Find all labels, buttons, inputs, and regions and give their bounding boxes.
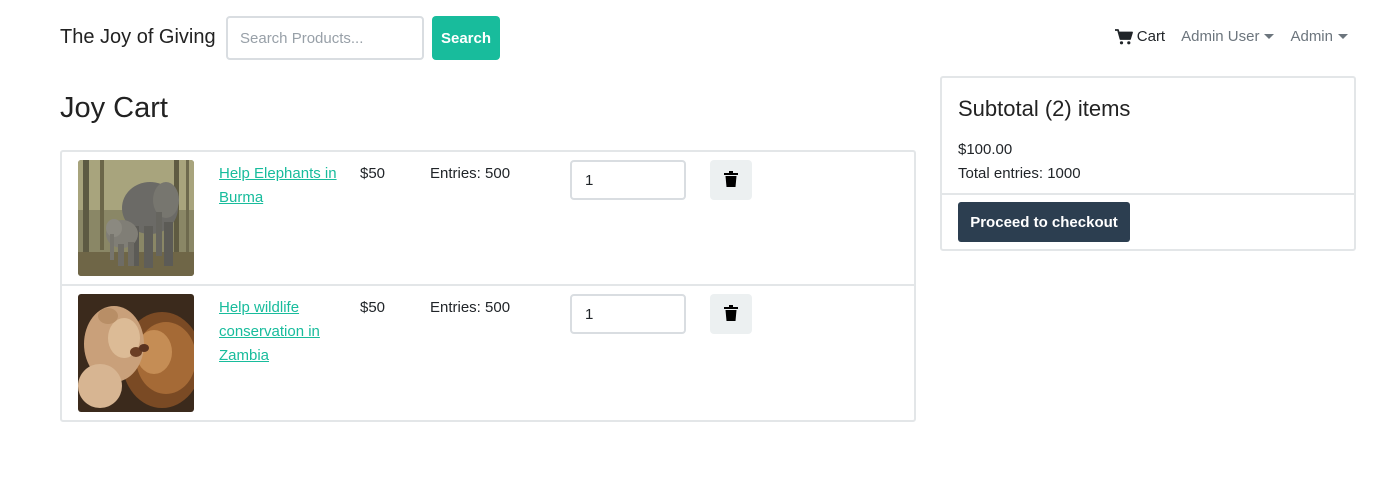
quantity-input[interactable]	[570, 160, 686, 200]
product-link[interactable]: Help Elephants in Burma	[219, 162, 339, 210]
divider	[942, 193, 1354, 195]
remove-item-button[interactable]	[710, 294, 752, 334]
nav-right: Cart Admin User Admin	[1114, 28, 1348, 45]
product-link[interactable]: Help wildlife conservation in Zambia	[219, 296, 339, 368]
user-menu-label: Admin User	[1181, 28, 1260, 45]
cart-link-label: Cart	[1136, 28, 1166, 45]
admin-menu-dropdown[interactable]: Admin	[1290, 28, 1348, 45]
remove-item-button[interactable]	[710, 160, 752, 200]
page-title: Joy Cart	[60, 92, 168, 124]
cart-link[interactable]: Cart	[1114, 28, 1166, 45]
user-menu-dropdown[interactable]: Admin User	[1181, 28, 1275, 45]
item-entries: Entries: 500	[430, 299, 511, 316]
brand-logo[interactable]: The Joy of Giving	[60, 26, 216, 49]
search-button[interactable]: Search	[432, 16, 500, 60]
chevron-down-icon	[1338, 34, 1348, 39]
subtotal-amount: $100.00	[958, 141, 1013, 158]
search-input[interactable]	[226, 16, 424, 60]
product-image-elephants[interactable]	[78, 160, 194, 276]
item-price: $50	[360, 165, 386, 182]
cart-icon	[1114, 28, 1133, 45]
cart-list: Help Elephants in Burma $50 Entries: 500	[60, 150, 916, 422]
cart-item: Help Elephants in Burma $50 Entries: 500	[62, 152, 914, 286]
order-summary-card: Subtotal (2) items $100.00 Total entries…	[940, 76, 1356, 251]
item-entries: Entries: 500	[430, 165, 511, 182]
chevron-down-icon	[1264, 34, 1275, 39]
product-image-lions[interactable]	[78, 294, 194, 412]
item-price: $50	[360, 299, 386, 316]
cart-item: Help wildlife conservation in Zambia $50…	[62, 286, 914, 420]
trash-icon	[724, 304, 738, 324]
checkout-button[interactable]: Proceed to checkout	[958, 202, 1130, 242]
admin-menu-label: Admin	[1290, 28, 1333, 45]
quantity-input[interactable]	[570, 294, 686, 334]
navbar: The Joy of Giving Search Cart Admin User…	[0, 0, 1396, 76]
total-entries: Total entries: 1000	[958, 165, 1081, 182]
trash-icon	[724, 170, 738, 190]
subtotal-heading: Subtotal (2) items	[958, 96, 1131, 121]
